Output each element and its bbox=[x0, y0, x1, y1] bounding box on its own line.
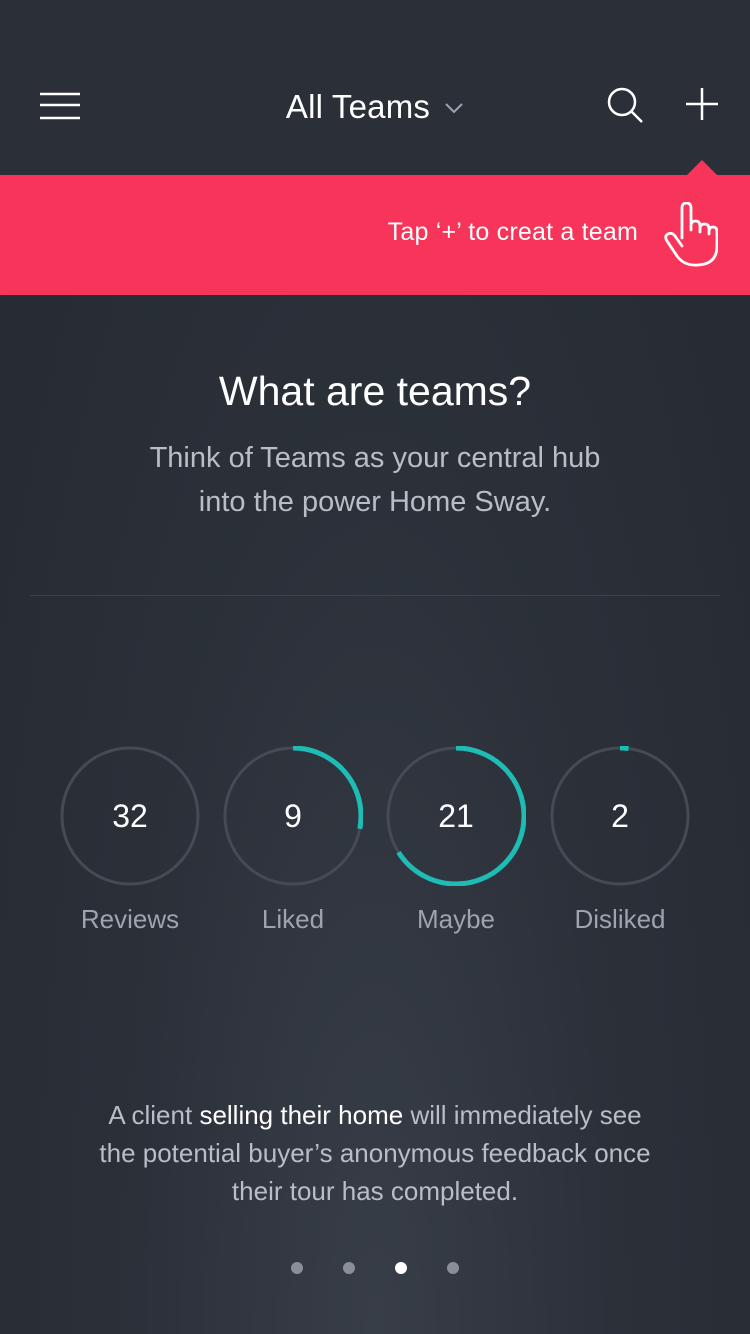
page-indicator bbox=[0, 1262, 750, 1274]
description-highlight: selling their home bbox=[199, 1100, 404, 1130]
stat-value: 9 bbox=[284, 797, 302, 834]
section-subtext: Think of Teams as your central hub into t… bbox=[100, 436, 650, 524]
onboarding-description: A client selling their home will immedia… bbox=[90, 1096, 660, 1210]
chevron-down-icon bbox=[444, 95, 464, 120]
stat-reviews: 32 Reviews bbox=[60, 746, 200, 934]
banner-pointer bbox=[686, 160, 718, 176]
stat-value: 2 bbox=[611, 797, 629, 834]
stat-label: Disliked bbox=[574, 904, 666, 934]
divider bbox=[30, 595, 720, 596]
top-navigation-bar: All Teams bbox=[0, 0, 750, 175]
section-heading: What are teams? bbox=[218, 368, 532, 414]
stat-value: 21 bbox=[438, 797, 474, 834]
page-dot[interactable] bbox=[343, 1262, 355, 1274]
page-dot[interactable] bbox=[291, 1262, 303, 1274]
page-dot[interactable] bbox=[447, 1262, 459, 1274]
subtext-line-2: into the power Home Sway. bbox=[198, 486, 552, 518]
pointing-hand-icon bbox=[664, 201, 719, 268]
stat-maybe: 21 Maybe bbox=[386, 746, 526, 934]
stat-value: 32 bbox=[112, 797, 148, 834]
page-title: All Teams bbox=[285, 88, 431, 125]
description-text: A client bbox=[108, 1100, 200, 1130]
page-dot[interactable] bbox=[395, 1262, 407, 1274]
search-icon[interactable] bbox=[604, 84, 646, 126]
plus-icon[interactable] bbox=[682, 84, 722, 124]
stat-disliked: 2 Disliked bbox=[550, 746, 690, 934]
banner-text: Tap ‘+’ to creat a team bbox=[387, 218, 638, 246]
stat-liked: 9 Liked bbox=[223, 746, 363, 934]
subtext-line-1: Think of Teams as your central hub bbox=[149, 442, 601, 474]
